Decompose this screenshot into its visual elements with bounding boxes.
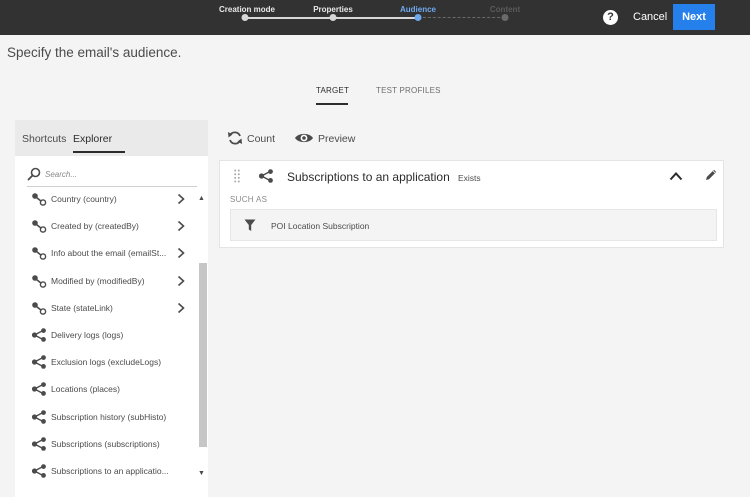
next-button[interactable]: Next [673,4,715,30]
scroll-up-icon[interactable]: ▲ [198,195,205,202]
share-icon [31,328,46,342]
share-icon [31,409,46,424]
link-icon [32,301,47,315]
scroll-thumb[interactable] [199,263,207,447]
tree-item-label: Country (country) [51,194,117,204]
link-icon [32,220,47,233]
tab-test-profiles[interactable]: TEST PROFILES [376,86,441,95]
step-label-properties[interactable]: Properties [313,5,353,14]
tree-item[interactable]: Locations (places) [15,376,197,403]
tree-item-label: Info about the email (emailSt... [51,248,167,259]
tree-item[interactable]: Info about the email (emailSt... [15,240,197,267]
explorer-panel-header: Shortcuts Explorer [15,120,208,156]
tree-item-label: Subscriptions to an applicatio... [51,466,169,476]
tab-shortcuts[interactable]: Shortcuts [22,133,66,145]
top-bar: Creation mode Properties Audience Conten… [0,0,750,35]
pencil-icon[interactable] [704,168,718,182]
link-icon [32,247,47,261]
step-label-content: Content [489,5,521,14]
rule-title: Subscriptions to an application [287,170,450,184]
tree-item[interactable]: Subscriptions to an applicatio... [15,458,197,485]
explorer-panel: Shortcuts Explorer Country (country) Crea… [15,120,208,497]
search-input[interactable] [45,166,195,182]
step-dot-audience[interactable] [414,14,422,21]
explorer-tree: Country (country) Created by (createdBy) I… [15,187,197,490]
rule-operator-badge: Exists [458,173,481,183]
tree-item-label: Created by (createdBy) [51,221,139,232]
tree-item-label: Subscriptions (subscriptions) [51,438,160,449]
eye-icon [295,133,313,143]
tree-item-label: Exclusion logs (excludeLogs) [51,357,162,368]
share-icon [31,464,46,478]
chevron-right-icon[interactable] [177,220,185,232]
step-label-creation-mode[interactable]: Creation mode [219,5,275,14]
tab-explorer[interactable]: Explorer [73,133,112,145]
tree-item-label: Delivery logs (logs) [51,330,124,340]
count-label: Count [247,133,276,145]
count-button[interactable]: Count [227,130,287,148]
preview-button[interactable]: Preview [294,130,364,148]
tree-item[interactable]: Exclusion logs (excludeLogs) [15,349,197,376]
chevron-right-icon[interactable] [177,302,185,314]
search-box [15,164,208,184]
explorer-scrollbar[interactable]: ▲ ▼ [197,195,208,485]
share-icon [31,382,46,397]
chevron-right-icon[interactable] [177,275,185,287]
tab-explorer-underline [73,151,125,153]
help-button[interactable]: ? [603,10,618,25]
chevron-right-icon[interactable] [177,193,185,205]
scroll-down-icon[interactable]: ▼ [198,470,205,477]
tree-item-label: Subscription history (subHisto) [51,411,167,422]
share-icon [258,169,273,183]
step-dot-content [501,14,509,21]
link-icon [32,274,47,288]
tree-item[interactable]: Created by (createdBy) [15,213,197,240]
share-icon [31,436,46,451]
rule-card[interactable]: Subscriptions to an application Exists S… [219,160,724,248]
step-dot-creation-mode[interactable] [241,14,249,21]
tree-item[interactable]: State (stateLink) [15,295,197,322]
tree-item-label: Modified by (modifiedBy) [51,275,145,286]
stepper-line-future [418,17,505,18]
filter-icon [244,219,256,231]
search-icon [27,167,41,181]
chevron-right-icon[interactable] [177,247,185,259]
step-label-audience[interactable]: Audience [400,5,436,14]
drag-handle-icon[interactable] [234,169,240,183]
tree-item[interactable]: Subscription history (subHisto) [15,404,197,431]
page-title: Specify the email's audience. [7,45,182,60]
subrule-row[interactable]: POI Location Subscription [230,209,717,241]
chevron-up-icon[interactable] [669,171,683,181]
tree-item-label: Locations (places) [51,384,120,395]
subrule-label: POI Location Subscription [271,221,370,231]
step-dot-properties[interactable] [329,14,337,21]
preview-label: Preview [318,133,356,145]
tree-item[interactable]: Subscriptions (subscriptions) [15,431,197,458]
link-icon [32,193,47,206]
tree-item[interactable]: Modified by (modifiedBy) [15,268,197,295]
refresh-icon [228,131,242,145]
share-icon [31,355,46,369]
such-as-label: SUCH AS [230,195,268,204]
tree-item-label: State (stateLink) [51,302,113,313]
cancel-button[interactable]: Cancel [633,11,667,23]
tree-item[interactable]: Country (country) [15,187,197,213]
tab-target[interactable]: TARGET [316,86,349,95]
tab-target-underline [316,103,348,105]
tree-item[interactable]: Delivery logs (logs) [15,322,197,349]
